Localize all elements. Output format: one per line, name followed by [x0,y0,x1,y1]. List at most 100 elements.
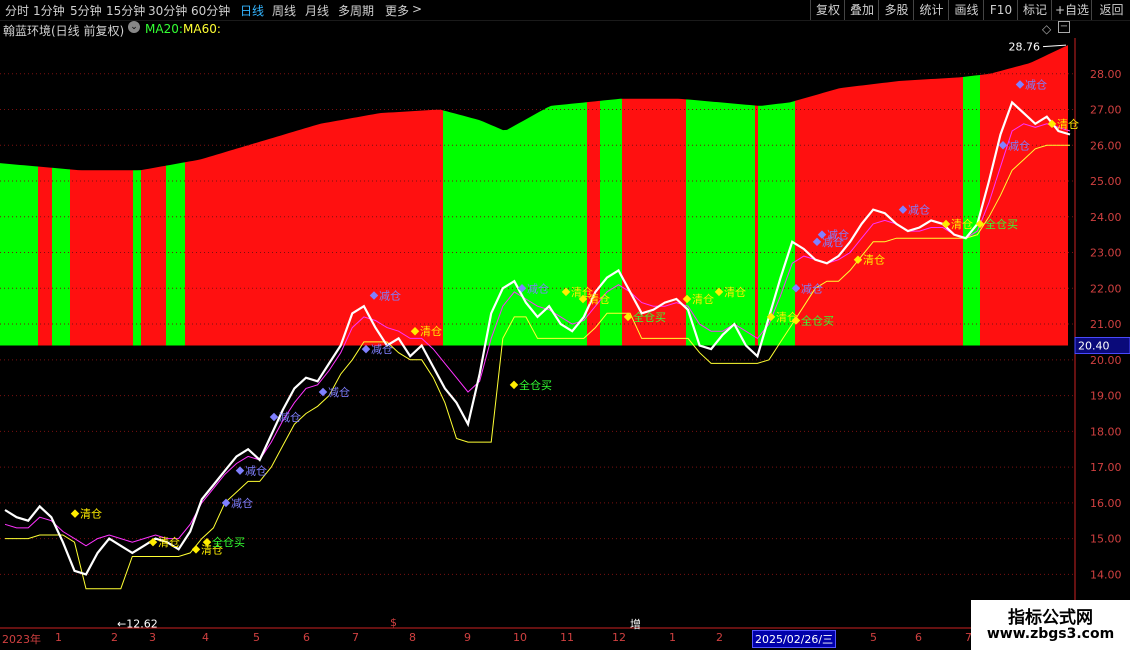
clear-signal-label: 清仓 [420,324,442,338]
date-label: 4 [202,631,209,644]
period-daily[interactable]: 日线 [240,2,264,19]
y-tick-label: 20.00 [1090,354,1122,367]
y-tick-label: 24.00 [1090,211,1122,224]
draw-line-button[interactable]: 画线 [948,0,984,20]
reduce-signal-label: 减仓 [527,281,549,295]
red-band-segment [755,105,758,346]
date-label: 5 [870,631,877,644]
period-multi[interactable]: 多周期 [338,2,374,19]
y-tick-label: 17.00 [1090,461,1122,474]
reduce-marker [235,466,245,475]
period-toolbar: 分时 1分钟 5分钟 15分钟 30分钟 60分钟 日线 周线 月线 多周期 更… [0,0,1130,21]
ma60-label: MA60: [183,22,221,36]
clear-signal-label: 清仓 [863,253,885,267]
green-band-segment [758,100,795,346]
reduce-signal-label: 减仓 [827,228,849,242]
watermark-title: 指标公式网 [1008,608,1093,628]
date-label: 6 [915,631,922,644]
date-label: 5 [253,631,260,644]
overlay-button[interactable]: 叠加 [844,0,879,20]
date-axis: 2023年 1 2 3 4 5 6 7 8 9 10 11 12 1 2 202… [0,616,1075,650]
multi-stock-button[interactable]: 多股 [878,0,914,20]
diamond-icon[interactable]: ◇ [1042,22,1051,36]
period-60min[interactable]: 60分钟 [191,2,230,19]
period-intraday[interactable]: 分时 [5,2,29,19]
reduce-signal-label: 减仓 [231,496,253,510]
period-1min[interactable]: 1分钟 [33,2,65,19]
event-mark: $ [390,616,397,629]
date-label: 1 [55,631,62,644]
minus-box-icon[interactable]: − [1058,21,1070,33]
event-mark: 增 [630,618,641,631]
green-band-segment [52,167,70,346]
mark-button[interactable]: 标记 [1017,0,1052,20]
date-label: 3 [149,631,156,644]
reduce-signal-label: 减仓 [279,410,301,424]
high-price-label: 28.76 [1009,41,1041,54]
more-chevron-icon[interactable]: > [412,2,422,16]
y-tick-label: 26.00 [1090,139,1122,152]
ma20-label: MA20: [145,22,183,36]
reduce-signal-label: 减仓 [379,288,401,302]
current-price-label: 20.40 [1078,340,1110,353]
reduce-marker [318,387,328,397]
clear-signal-label: 清仓 [724,285,746,299]
buy-all-signal-label: 全仓买 [212,535,245,549]
clear-marker [191,545,201,554]
green-band-segment [0,163,38,346]
reduce-marker [361,344,371,354]
reduce-signal-label: 减仓 [801,281,823,295]
date-label: 1 [669,631,676,644]
buy-all-signal-label: 全仓买 [801,313,834,327]
date-label: 2 [111,631,118,644]
clear-marker [70,509,80,518]
period-weekly[interactable]: 周线 [272,2,296,19]
clear-signal-label: 清仓 [588,292,610,306]
clear-signal-label: 清仓 [158,535,180,549]
back-button[interactable]: 返回 [1091,0,1130,20]
reduce-signal-label: 减仓 [1025,77,1047,91]
y-tick-label: 22.00 [1090,282,1122,295]
date-label: 11 [560,631,574,644]
cursor-date-label: 2025/02/26/三 [752,630,837,648]
period-monthly[interactable]: 月线 [305,2,329,19]
add-watchlist-button[interactable]: +自选 [1051,0,1092,20]
red-band-segment [141,165,166,346]
red-band-segment [980,45,1068,346]
reduce-signal-label: 减仓 [245,464,267,478]
y-tick-label: 16.00 [1090,497,1122,510]
green-band-segment [166,162,185,346]
y-tick-label: 15.00 [1090,533,1122,546]
period-30min[interactable]: 30分钟 [148,2,187,19]
green-band-segment [133,170,141,346]
date-label: 9 [464,631,471,644]
period-5min[interactable]: 5分钟 [70,2,102,19]
red-band-segment [38,166,52,346]
statistics-button[interactable]: 统计 [913,0,949,20]
y-tick-label: 27.00 [1090,104,1122,117]
buy-all-marker [509,380,519,390]
clear-signal-label: 清仓 [1057,117,1079,131]
date-label: 8 [409,631,416,644]
chevron-down-circle-icon[interactable]: ⌄ [128,21,140,33]
clear-signal-label: 清仓 [80,507,102,521]
f10-button[interactable]: F10 [983,0,1018,20]
red-band-segment [70,169,133,346]
buy-all-signal-label: 全仓买 [519,378,552,392]
y-tick-label: 25.00 [1090,175,1122,188]
green-band-segment [600,98,622,346]
reduce-signal-label: 减仓 [371,342,393,356]
date-label: 2023年 [2,633,41,646]
green-band-segment [686,99,755,346]
date-label: 2 [716,631,723,644]
price-chart[interactable]: 28.00 27.00 26.00 25.00 24.00 23.00 22.00 21.00… [0,0,1130,650]
reduce-signal-label: 减仓 [908,203,930,217]
watermark-url: www.zbgs3.com [986,626,1115,642]
period-15min[interactable]: 15分钟 [106,2,145,19]
high-pointer [1042,44,1067,48]
adjust-button[interactable]: 复权 [810,0,845,20]
watermark: 指标公式网 www.zbgs3.com [971,600,1130,650]
period-more[interactable]: 更多 [385,2,409,19]
buy-all-signal-label: 全仓买 [985,217,1018,231]
date-label: 7 [352,631,359,644]
